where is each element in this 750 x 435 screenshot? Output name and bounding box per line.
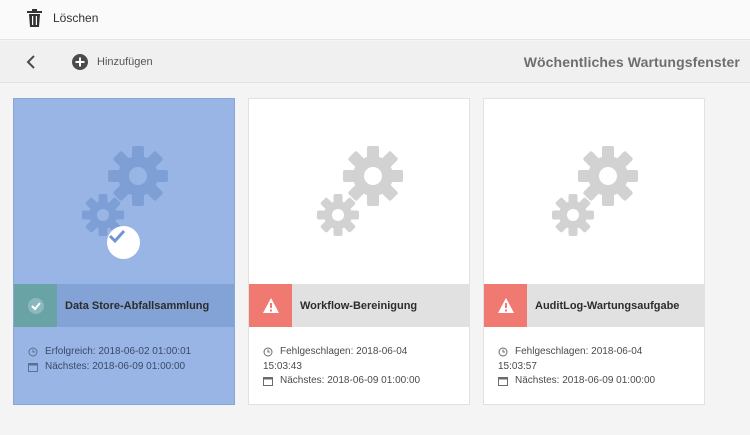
status-text: Fehlgeschlagen: 2018-06-04 [280,346,408,357]
gears-icon [552,146,638,236]
card-thumbnail [249,99,469,284]
delete-button[interactable]: Löschen [26,8,98,28]
card-title: AuditLog-Wartungsaufgabe [535,299,680,312]
clock-icon [498,347,508,357]
card-title: Data Store-Abfallsammlung [65,299,210,312]
trash-icon [27,9,42,27]
status-indicator [484,284,527,327]
add-button[interactable]: Hinzufügen [72,54,153,70]
calendar-icon [28,362,38,372]
delete-label: Löschen [53,11,99,25]
status-text: Erfolgreich: 2018-06-02 01:00:01 [45,346,192,357]
next-run-text: Nächstes: 2018-06-09 01:00:00 [45,360,186,372]
action-bar: Löschen [0,0,750,40]
chevron-left-icon [26,55,35,69]
title-bar: Hinzufügen Wöchentliches Wartungsfenster [0,41,750,83]
card-meta: Fehlgeschlagen: 2018-06-04 15:03:43 Näch… [263,345,459,389]
next-run-text: Nächstes: 2018-06-09 01:00:00 [515,375,656,386]
add-circle-icon [72,54,88,70]
card-title-bar: Data Store-Abfallsammlung [14,284,234,327]
checkmark-icon [108,229,126,244]
back-button[interactable] [24,54,40,70]
next-run-text: Nächstes: 2018-06-09 01:00:00 [280,375,421,386]
task-card-data-store[interactable]: Data Store-Abfallsammlung Erfolgreich: 2… [13,98,235,405]
status-indicator [249,284,292,327]
card-meta: Erfolgreich: 2018-06-02 01:00:01 Nächste… [28,345,224,374]
clock-icon [263,347,273,357]
card-thumbnail [14,99,234,284]
card-meta: Fehlgeschlagen: 2018-06-04 15:03:57 Näch… [498,345,694,389]
card-title-bar: Workflow-Bereinigung [249,284,469,327]
gears-icon [317,146,403,236]
status-time: 15:03:43 [263,360,302,372]
card-thumbnail [484,99,704,284]
calendar-icon [263,377,273,386]
status-time: 15:03:57 [498,360,537,372]
page-title: Wöchentliches Wartungsfenster [523,54,740,70]
warning-icon [262,297,279,313]
add-label: Hinzufügen [97,56,153,68]
task-card-workflow[interactable]: Workflow-Bereinigung Fehlgeschlagen: 201… [248,98,470,405]
clock-icon [28,347,38,357]
selected-check-badge [107,226,140,259]
success-check-icon [27,297,44,314]
card-title: Workflow-Bereinigung [300,299,418,312]
card-title-bar: AuditLog-Wartungsaufgabe [484,284,704,327]
warning-icon [497,297,514,313]
status-indicator [14,284,57,327]
status-text: Fehlgeschlagen: 2018-06-04 [515,346,643,357]
calendar-icon [498,377,508,386]
task-card-auditlog[interactable]: AuditLog-Wartungsaufgabe Fehlgeschlagen:… [483,98,705,405]
